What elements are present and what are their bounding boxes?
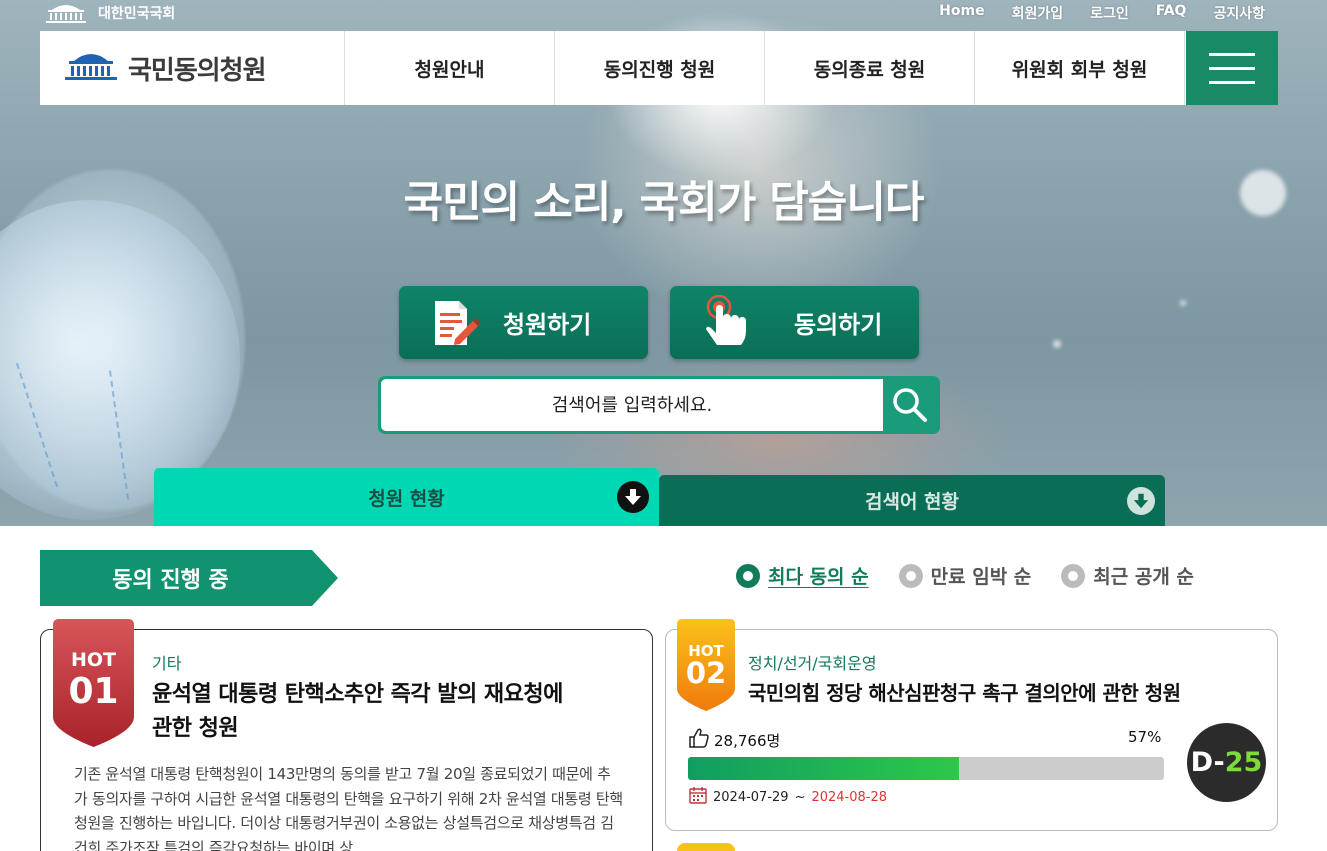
nav-committee-petitions[interactable]: 위원회 회부 청원 <box>975 31 1185 105</box>
home-link[interactable]: Home <box>939 3 984 23</box>
date-separator: ~ <box>794 789 806 805</box>
hot-badge: HOT 01 <box>53 619 134 747</box>
tap-hand-icon <box>698 293 758 353</box>
petition-title[interactable]: 국민의힘 정당 해산심판청구 촉구 결의안에 관한 청원 <box>748 676 1248 710</box>
thumbs-up-icon <box>688 727 710 753</box>
petition-title[interactable]: 윤석열 대통령 탄핵소추안 즉각 발의 재요청에 관한 청원 <box>152 678 632 746</box>
petition-title-line: 관한 청원 <box>152 716 239 741</box>
site-logo[interactable]: 국민동의청원 <box>40 31 345 105</box>
tab-keyword-status[interactable]: 검색어 현황 <box>659 475 1165 526</box>
radio-icon <box>898 563 923 588</box>
petition-button-label: 청원하기 <box>503 311 592 339</box>
petition-title-line: 윤석열 대통령 탄핵소추안 즉각 발의 재요청에 <box>152 682 563 707</box>
sort-most-consents-label: 최다 동의 순 <box>768 566 869 588</box>
signup-link[interactable]: 회원가입 <box>1012 3 1064 23</box>
progress-bar <box>688 757 1164 780</box>
login-link[interactable]: 로그인 <box>1090 3 1129 23</box>
utility-bar: 대한민국국회 Home 회원가입 로그인 FAQ 공지사항 <box>0 0 1327 30</box>
end-date: 2024-08-28 <box>811 789 888 805</box>
consent-count: 28,766명 <box>688 727 780 753</box>
main-navbar: 국민동의청원 청원안내 동의진행 청원 동의종료 청원 위원회 회부 청원 <box>40 31 1278 105</box>
hero-banner: 대한민국국회 Home 회원가입 로그인 FAQ 공지사항 국민동의청원 청원안… <box>0 0 1327 526</box>
national-assembly-link[interactable]: 대한민국국회 <box>42 2 175 24</box>
dday-number: 25 <box>1224 747 1263 778</box>
radio-selected-icon <box>736 563 760 588</box>
hot-rank: 02 <box>685 656 727 690</box>
bokeh-light <box>1053 340 1061 348</box>
section-badge-label: 동의 진행 중 <box>112 568 229 593</box>
consent-count-value: 28,766명 <box>714 731 781 750</box>
sort-most-consents[interactable]: 최다 동의 순 <box>736 562 869 589</box>
progress-percent: 57% <box>1128 728 1162 746</box>
notice-link[interactable]: 공지사항 <box>1213 3 1265 23</box>
section-badge: 동의 진행 중 <box>40 550 338 606</box>
sort-recent[interactable]: 최근 공개 순 <box>1061 562 1194 589</box>
bokeh-light <box>1180 300 1186 306</box>
progress-bar-fill <box>688 757 960 780</box>
faq-link[interactable]: FAQ <box>1156 3 1187 23</box>
dday-prefix: D- <box>1190 747 1225 778</box>
sort-expiring-soon[interactable]: 만료 임박 순 <box>898 562 1032 589</box>
logo-text: 국민동의청원 <box>128 55 267 86</box>
petition-summary: 기존 윤석열 대통령 탄핵청원이 143만명의 동의를 받고 7월 20일 종료… <box>74 765 623 851</box>
hero-title: 국민의 소리, 국회가 담습니다 <box>403 178 925 228</box>
hot-badge <box>677 843 735 851</box>
sort-expiring-soon-label: 만료 임박 순 <box>930 566 1032 588</box>
petition-category: 정치/선거/국회운영 <box>748 654 877 673</box>
radio-icon <box>1061 563 1086 588</box>
assembly-label: 대한민국국회 <box>98 6 176 22</box>
hot-label: HOT <box>70 649 116 671</box>
hamburger-icon[interactable] <box>1186 31 1278 105</box>
assembly-logo-icon <box>60 49 122 87</box>
petition-button[interactable]: 청원하기 <box>399 286 648 359</box>
arrow-down-icon <box>1127 486 1155 515</box>
document-pen-icon <box>425 293 485 353</box>
tab-keyword-status-label: 검색어 현황 <box>864 491 959 513</box>
search-input[interactable] <box>381 379 883 431</box>
hot-badge: HOT 02 <box>677 619 735 711</box>
calendar-icon <box>689 786 707 808</box>
search-icon[interactable] <box>883 379 937 431</box>
nav-closed-petitions[interactable]: 동의종료 청원 <box>765 31 975 105</box>
tab-petition-status-label: 청원 현황 <box>368 487 445 510</box>
sort-recent-label: 최근 공개 순 <box>1093 566 1194 588</box>
nav-ongoing-petitions[interactable]: 동의진행 청원 <box>555 31 765 105</box>
arrow-down-icon <box>617 481 649 513</box>
search-bar <box>378 376 940 434</box>
petition-period: 2024-07-29 ~ 2024-08-28 <box>689 786 887 808</box>
start-date: 2024-07-29 <box>713 789 789 805</box>
dday-badge: D- 25 <box>1187 723 1266 802</box>
consent-button[interactable]: 동의하기 <box>670 286 919 359</box>
petition-category: 기타 <box>152 654 182 673</box>
assembly-building-icon <box>42 2 90 24</box>
hot-rank: 01 <box>68 671 119 712</box>
consent-button-label: 동의하기 <box>794 311 883 339</box>
tab-petition-status[interactable]: 청원 현황 <box>154 468 659 526</box>
sort-options: 최다 동의 순 만료 임박 순 최근 공개 순 <box>736 562 1194 589</box>
nav-petition-guide[interactable]: 청원안내 <box>345 31 555 105</box>
